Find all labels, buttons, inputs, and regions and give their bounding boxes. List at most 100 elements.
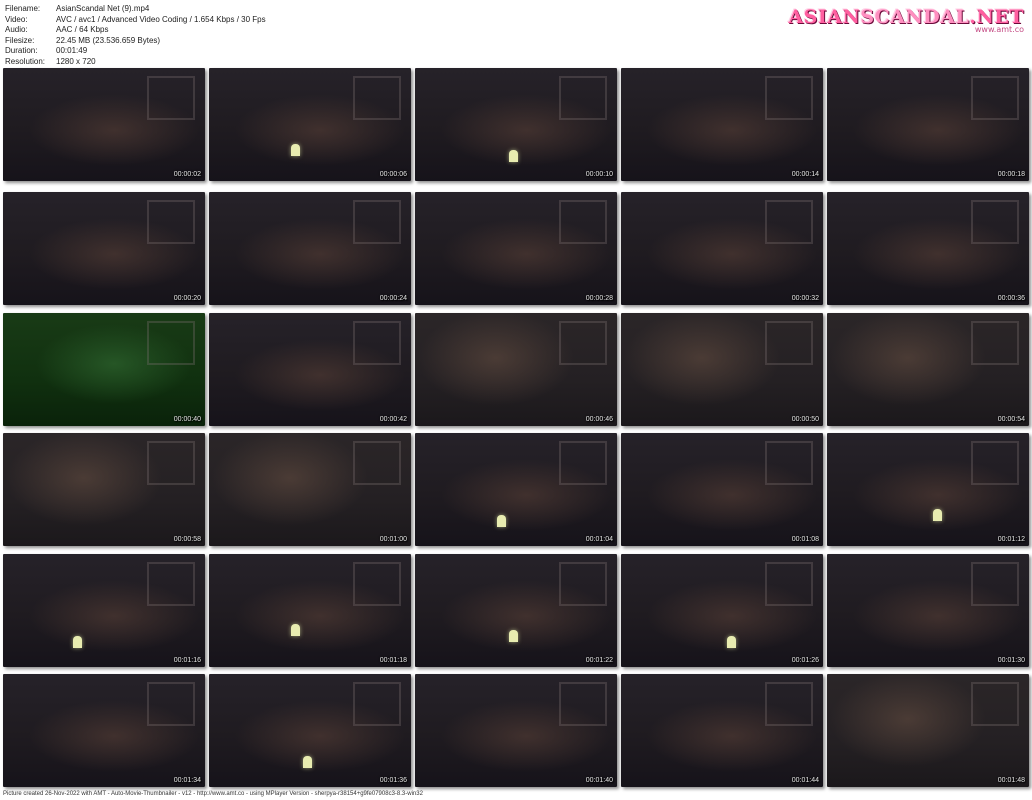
window-outline <box>353 76 401 120</box>
info-row: Duration: 00:01:49 <box>5 46 266 57</box>
video-thumbnail[interactable]: 00:00:02 <box>3 68 205 181</box>
video-thumbnail[interactable]: 00:01:36 <box>209 674 411 787</box>
video-thumbnail[interactable]: 00:01:34 <box>3 674 205 787</box>
info-row: Video: AVC / avc1 / Advanced Video Coding… <box>5 15 266 26</box>
window-outline <box>559 682 607 726</box>
window-outline <box>765 76 813 120</box>
info-value: 1280 x 720 <box>56 56 96 66</box>
video-thumbnail[interactable]: 00:00:06 <box>209 68 411 181</box>
video-thumbnail[interactable]: 00:01:00 <box>209 433 411 546</box>
video-thumbnail[interactable]: 00:00:40 <box>3 313 205 426</box>
info-value: AAC / 64 Kbps <box>56 25 109 35</box>
info-value: 22.45 MB (23.536.659 Bytes) <box>56 35 161 45</box>
video-thumbnail[interactable]: 00:00:42 <box>209 313 411 426</box>
info-label: Video: <box>5 14 28 24</box>
timestamp: 00:01:36 <box>379 777 407 784</box>
timestamp: 00:00:58 <box>173 536 201 543</box>
window-outline <box>559 562 607 606</box>
window-outline <box>147 682 195 726</box>
window-outline <box>147 562 195 606</box>
timestamp: 00:01:08 <box>791 536 819 543</box>
light-spot <box>497 515 506 527</box>
timestamp: 00:00:28 <box>585 295 613 302</box>
timestamp: 00:01:22 <box>585 657 613 664</box>
info-label: Audio: <box>5 25 28 35</box>
timestamp: 00:01:48 <box>997 777 1025 784</box>
window-outline <box>971 321 1019 365</box>
window-outline <box>353 321 401 365</box>
light-spot <box>291 144 300 156</box>
video-thumbnail[interactable]: 00:01:48 <box>827 674 1029 787</box>
light-spot <box>509 150 518 162</box>
timestamp: 00:00:36 <box>997 295 1025 302</box>
video-thumbnail[interactable]: 00:00:18 <box>827 68 1029 181</box>
window-outline <box>147 321 195 365</box>
info-row: Resolution: 1280 x 720 <box>5 57 266 68</box>
video-thumbnail[interactable]: 00:01:12 <box>827 433 1029 546</box>
timestamp: 00:01:12 <box>997 536 1025 543</box>
timestamp: 00:00:18 <box>997 171 1025 178</box>
video-thumbnail[interactable]: 00:01:30 <box>827 554 1029 667</box>
timestamp: 00:00:50 <box>791 416 819 423</box>
timestamp: 00:01:26 <box>791 657 819 664</box>
video-thumbnail[interactable]: 00:00:54 <box>827 313 1029 426</box>
timestamp: 00:01:00 <box>379 536 407 543</box>
timestamp: 00:00:54 <box>997 416 1025 423</box>
window-outline <box>353 200 401 244</box>
window-outline <box>559 441 607 485</box>
footer-credit: Picture created 26-Nov-2022 with AMT - A… <box>3 791 423 797</box>
timestamp: 00:00:02 <box>173 171 201 178</box>
video-thumbnail[interactable]: 00:00:14 <box>621 68 823 181</box>
video-thumbnail[interactable]: 00:01:22 <box>415 554 617 667</box>
timestamp: 00:01:30 <box>997 657 1025 664</box>
window-outline <box>765 682 813 726</box>
video-thumbnail[interactable]: 00:00:32 <box>621 192 823 305</box>
light-spot <box>291 624 300 636</box>
info-value: AsianScandal Net (9).mp4 <box>56 4 150 13</box>
timestamp: 00:00:10 <box>585 171 613 178</box>
window-outline <box>765 562 813 606</box>
timestamp: 00:01:44 <box>791 777 819 784</box>
timestamp: 00:00:06 <box>379 171 407 178</box>
video-thumbnail[interactable]: 00:01:26 <box>621 554 823 667</box>
window-outline <box>971 76 1019 120</box>
video-thumbnail[interactable]: 00:01:04 <box>415 433 617 546</box>
video-thumbnail[interactable]: 00:00:20 <box>3 192 205 305</box>
video-thumbnail[interactable]: 00:00:46 <box>415 313 617 426</box>
window-outline <box>147 76 195 120</box>
site-logo: ASIANSCANDAL.NET www.amt.co <box>788 6 1024 34</box>
video-thumbnail[interactable]: 00:00:10 <box>415 68 617 181</box>
video-thumbnail[interactable]: 00:01:16 <box>3 554 205 667</box>
window-outline <box>971 562 1019 606</box>
video-thumbnail[interactable]: 00:00:36 <box>827 192 1029 305</box>
light-spot <box>933 509 942 521</box>
window-outline <box>765 200 813 244</box>
window-outline <box>559 200 607 244</box>
info-label: Duration: <box>5 46 38 56</box>
light-spot <box>73 636 82 648</box>
video-thumbnail[interactable]: 00:01:44 <box>621 674 823 787</box>
window-outline <box>353 441 401 485</box>
timestamp: 00:01:04 <box>585 536 613 543</box>
window-outline <box>971 200 1019 244</box>
video-thumbnail[interactable]: 00:00:24 <box>209 192 411 305</box>
window-outline <box>971 441 1019 485</box>
video-thumbnail[interactable]: 00:00:28 <box>415 192 617 305</box>
info-label: Filesize: <box>5 35 35 45</box>
window-outline <box>765 321 813 365</box>
video-thumbnail[interactable]: 00:00:58 <box>3 433 205 546</box>
timestamp: 00:00:20 <box>173 295 201 302</box>
video-thumbnail[interactable]: 00:00:50 <box>621 313 823 426</box>
file-info: Filename: AsianScandal Net (9).mp4 Video: A… <box>5 4 266 68</box>
info-value: 00:01:49 <box>56 46 88 56</box>
timestamp: 00:01:40 <box>585 777 613 784</box>
light-spot <box>727 636 736 648</box>
video-thumbnail[interactable]: 00:01:08 <box>621 433 823 546</box>
timestamp: 00:01:16 <box>173 657 201 664</box>
info-row: Filename: AsianScandal Net (9).mp4 <box>5 4 266 15</box>
video-thumbnail[interactable]: 00:01:40 <box>415 674 617 787</box>
timestamp: 00:00:42 <box>379 416 407 423</box>
timestamp: 00:00:14 <box>791 171 819 178</box>
video-thumbnail[interactable]: 00:01:18 <box>209 554 411 667</box>
window-outline <box>147 441 195 485</box>
